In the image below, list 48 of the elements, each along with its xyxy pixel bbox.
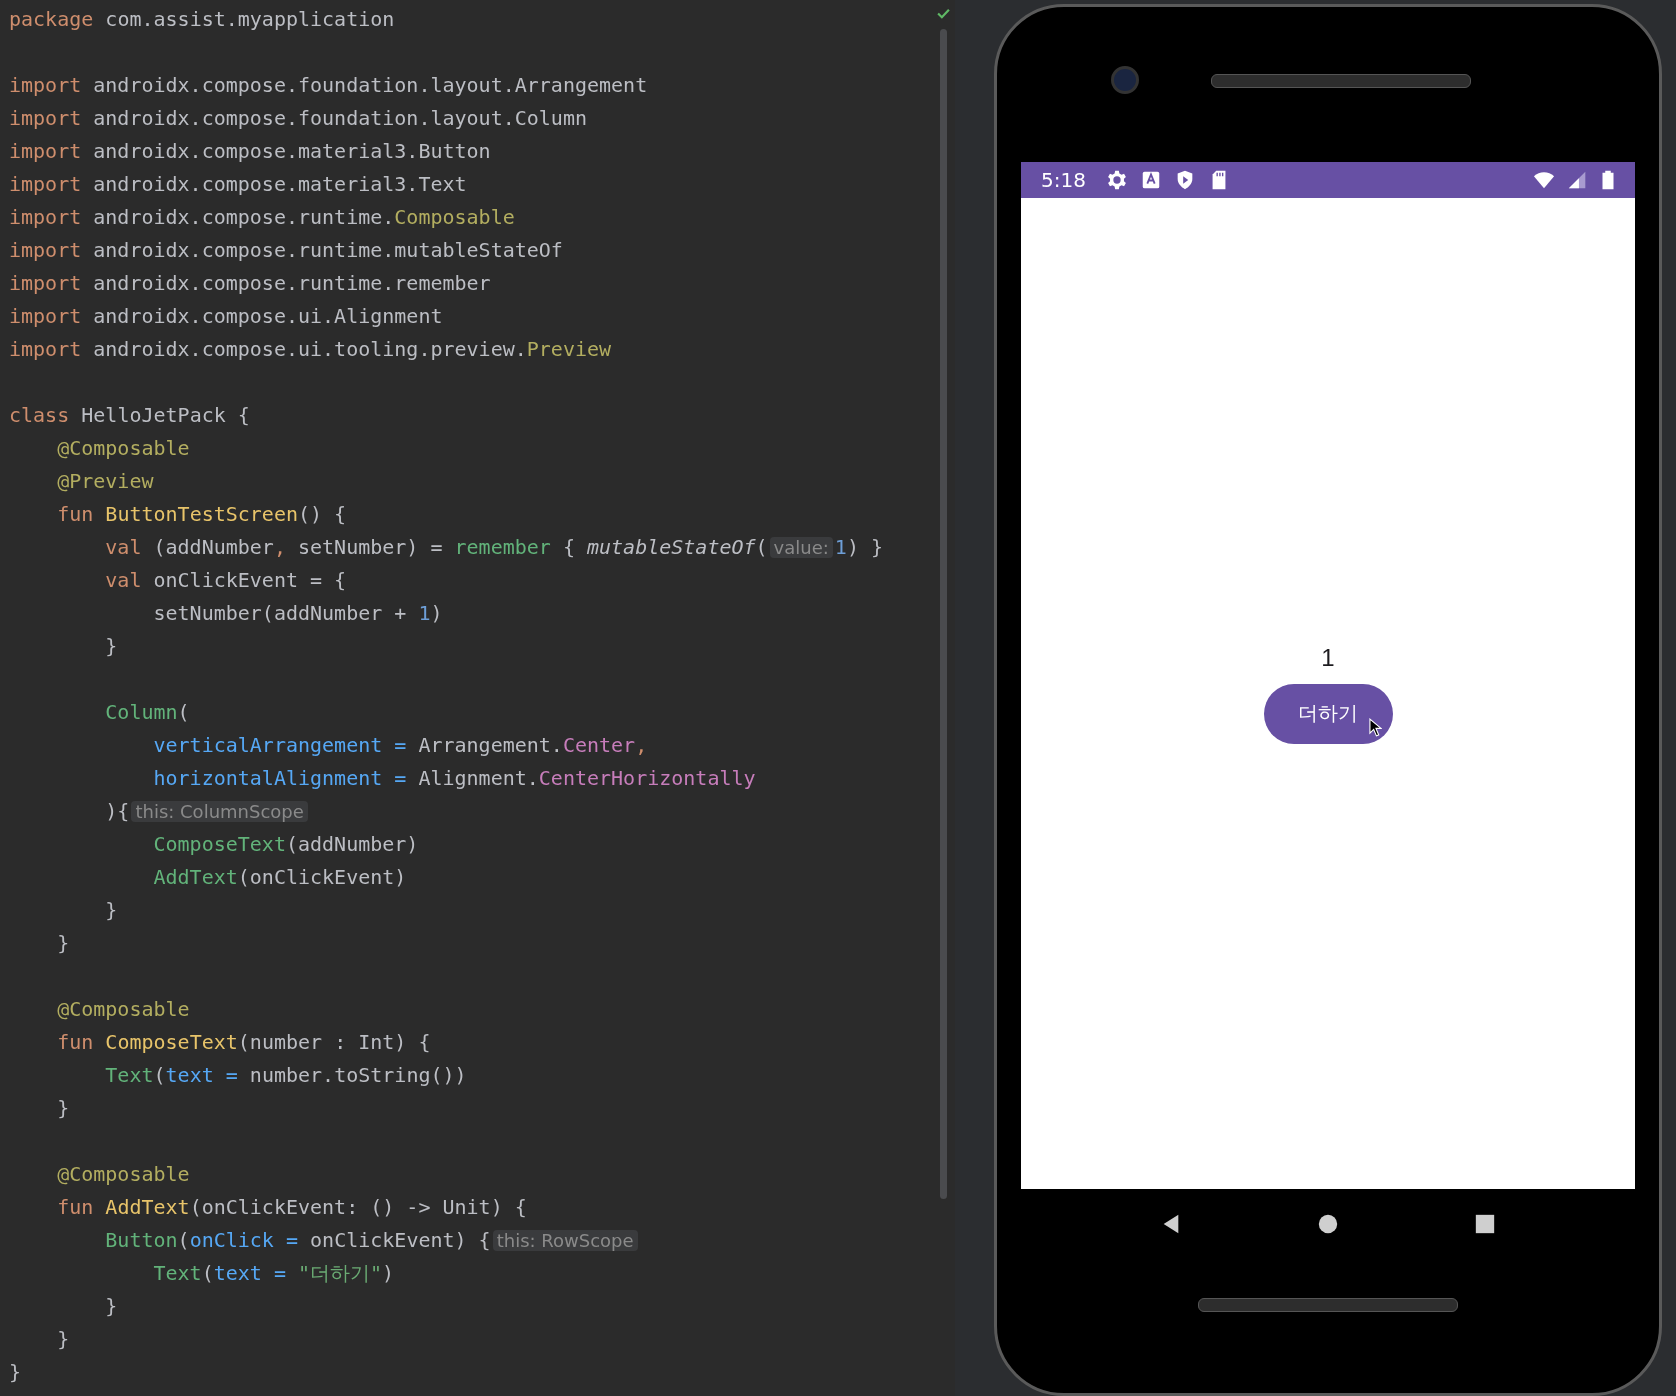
code-line: class HelloJetPack { [9,403,250,427]
camera-icon [1111,65,1139,94]
code-line: AddText(onClickEvent) [152,865,407,889]
mouse-pointer-icon [1368,717,1382,737]
code-line: Column( [104,700,190,724]
code-line: Text(text = "더하기") [152,1261,395,1285]
home-icon[interactable] [1317,1213,1339,1235]
code-line: verticalArrangement = Arrangement.Center, [152,733,648,757]
code-line: horizontalAlignment = Alignment.CenterHorizontally [152,766,756,790]
code-line: package com.assist.myapplication [9,7,395,31]
code-line: fun AddText(onClickEvent: () -> Unit) { [56,1195,527,1219]
code-line: } [56,1327,70,1351]
code-line: @Composable [56,436,190,460]
code-line: @Composable [56,1162,190,1186]
code-line: import androidx.compose.material3.Text [9,172,467,196]
code-line: import androidx.compose.foundation.layout.Arrangement [9,73,648,97]
code-line: Text(text = number.toString()) [104,1063,467,1087]
code-line: import androidx.compose.ui.Alignment [9,304,443,328]
code-line: } [104,1294,118,1318]
code-line: import androidx.compose.runtime.Composable [9,205,515,229]
settings-icon [1105,169,1128,191]
code-line: import androidx.compose.runtime.mutableStateOf [9,238,563,262]
code-line: import androidx.compose.foundation.layout.Column [9,106,587,130]
scrollbar[interactable] [939,29,947,1199]
code-line: @Composable [56,997,190,1021]
code-line: val onClickEvent = { [104,568,347,592]
code-line: setNumber(addNumber + 1) [152,601,443,625]
code-line: @Preview [56,469,154,493]
recents-icon[interactable] [1474,1213,1496,1235]
code-line: } [56,931,70,955]
battery-icon [1601,169,1615,191]
code-line: } [56,1096,70,1120]
status-time: 5:18 [1041,168,1086,192]
counter-text: 1 [1321,643,1335,672]
code-line: fun ComposeText(number : Int) { [56,1030,431,1054]
code-line: ComposeText(addNumber) [152,832,419,856]
code-line: import androidx.compose.ui.tooling.preview.Preview [9,337,612,361]
code-line: fun ButtonTestScreen() { [56,502,347,526]
code-line: Button(onClick = onClickEvent) { this: RowScope [9,1228,640,1252]
add-button[interactable]: 더하기 [1263,683,1393,744]
code-line: } [104,898,118,922]
code-line: import androidx.compose.material3.Button [9,139,491,163]
wifi-icon [1533,169,1555,191]
code-editor[interactable] [0,0,955,1396]
code-line: } [104,634,118,658]
code-line: val (addNumber, setNumber) = remember { mutableStateOf( value: 1) } [104,535,883,559]
code-line: } [9,1360,22,1384]
code-line: import androidx.compose.runtime.remember [9,271,491,295]
